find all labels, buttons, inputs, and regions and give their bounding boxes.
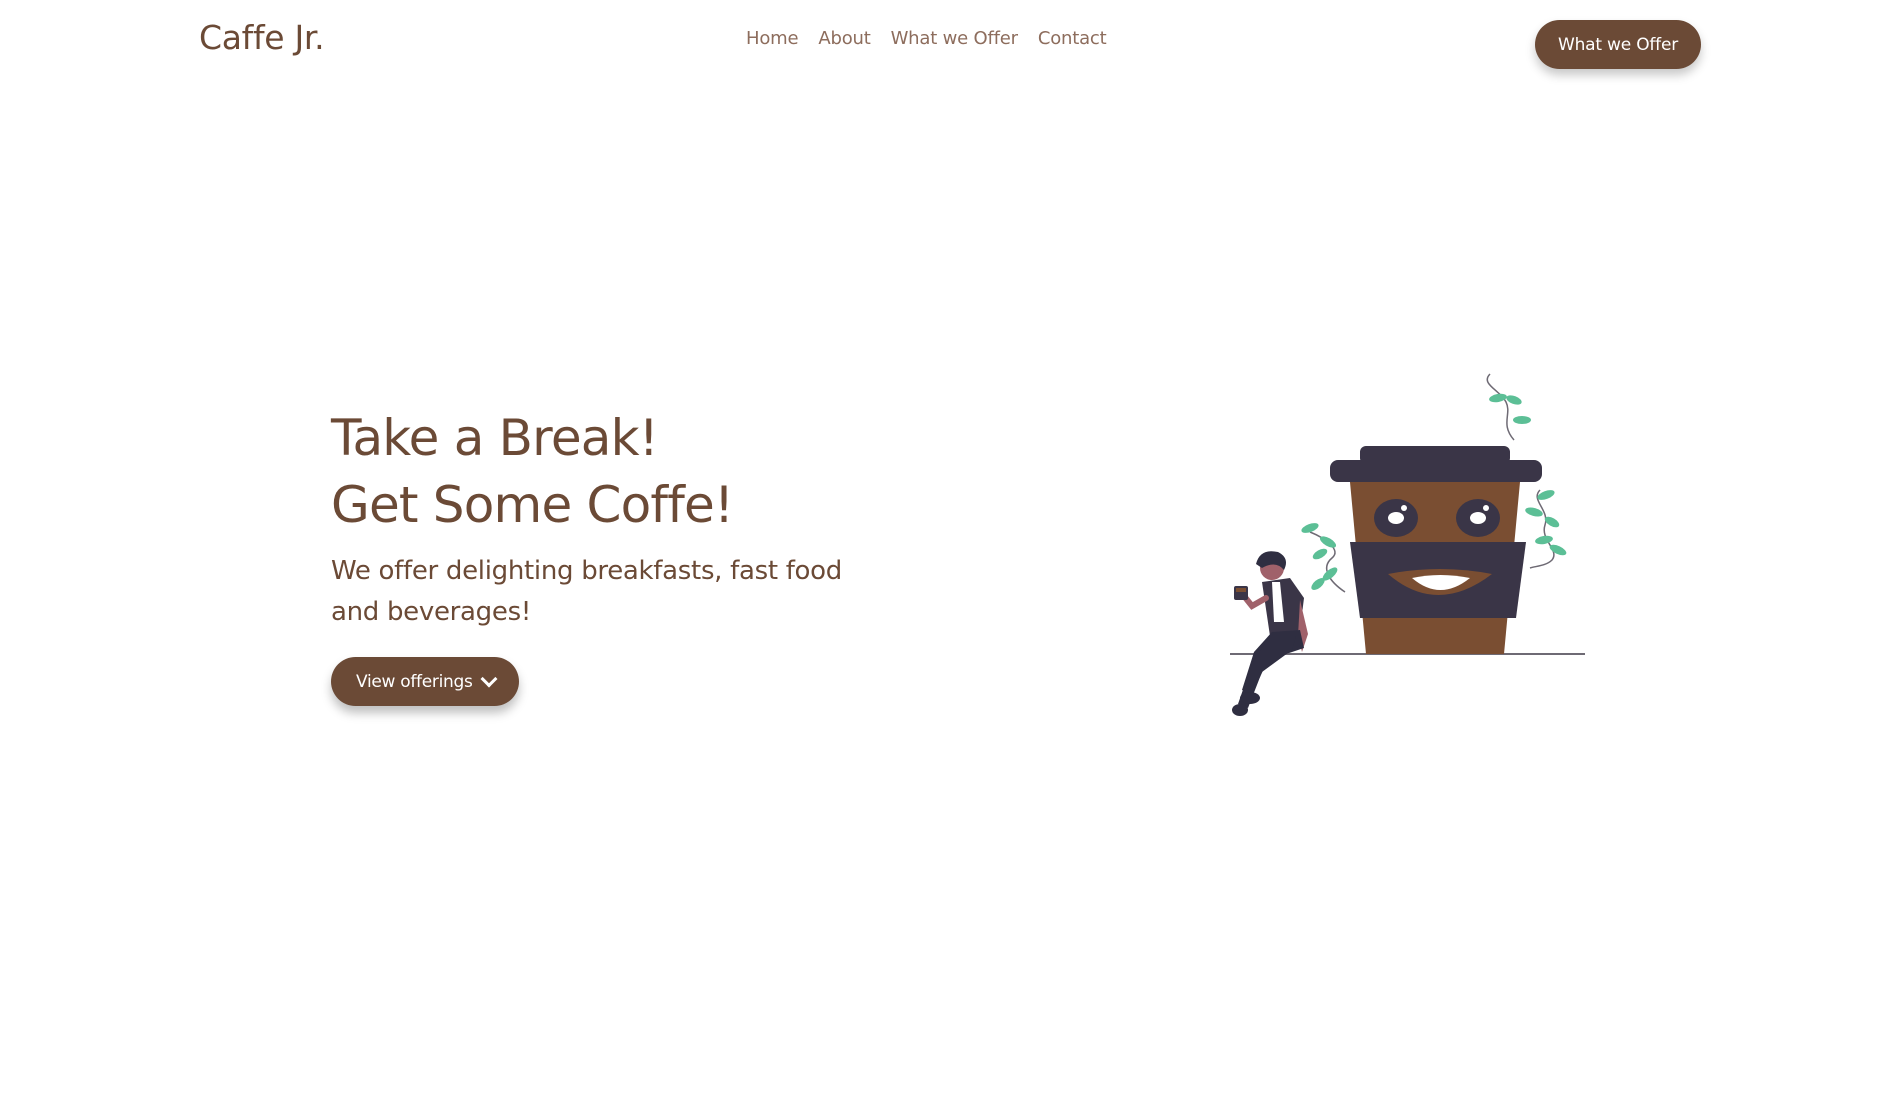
hero-subtitle: We offer delighting breakfasts, fast foo… xyxy=(331,551,891,633)
leaf-icon xyxy=(1525,507,1543,517)
leaf-icon xyxy=(1535,535,1553,545)
chevron-down-icon xyxy=(480,670,498,687)
person-figure xyxy=(1232,551,1308,716)
hero-subtitle-line-1: We offer delighting breakfasts, fast foo… xyxy=(331,556,842,586)
leaf-icon xyxy=(1312,548,1328,560)
leaf-icon xyxy=(1513,416,1531,424)
nav-item-about: About xyxy=(818,28,870,49)
page: Caffe Jr. Home About What we Offer Conta… xyxy=(0,0,1891,1095)
cup-eye-left-spark xyxy=(1401,505,1407,511)
cup-eye-right-spark xyxy=(1483,505,1489,511)
nav-link-about[interactable]: About xyxy=(818,28,870,49)
nav-link-contact[interactable]: Contact xyxy=(1038,28,1107,49)
nav-item-contact: Contact xyxy=(1038,28,1107,49)
person-shoe-front xyxy=(1232,704,1248,716)
vine-right xyxy=(1529,489,1555,569)
view-offerings-button[interactable]: View offerings xyxy=(331,657,519,706)
vine-top-right xyxy=(1486,373,1515,441)
coffee-cup-lid xyxy=(1236,588,1246,592)
nav-link-home[interactable]: Home xyxy=(746,28,799,49)
nav-item-home: Home xyxy=(746,28,799,49)
leaf-icon xyxy=(1549,544,1567,556)
cup-eye-right-glint xyxy=(1470,512,1486,524)
leaf-icon xyxy=(1319,536,1337,548)
hero-subtitle-line-2: and beverages! xyxy=(331,597,531,627)
view-offerings-label: View offerings xyxy=(356,671,473,692)
cup-eye-left-glint xyxy=(1388,512,1404,524)
person-shoe-back xyxy=(1240,692,1260,704)
hero-title-line-2: Get Some Coffe! xyxy=(331,476,734,534)
hero-section: Take a Break! Get Some Coffe! We offer d… xyxy=(331,405,891,706)
hero-title-line-1: Take a Break! xyxy=(331,409,659,467)
leaf-icon xyxy=(1489,393,1507,403)
nav-link-what-we-offer[interactable]: What we Offer xyxy=(891,28,1018,49)
leaf-icon xyxy=(1506,395,1522,405)
what-we-offer-button[interactable]: What we Offer xyxy=(1535,20,1701,69)
nav-links: Home About What we Offer Contact xyxy=(746,28,1107,49)
cup-lid xyxy=(1330,460,1542,482)
navbar: Caffe Jr. Home About What we Offer Conta… xyxy=(0,0,1891,90)
nav-item-what-we-offer: What we Offer xyxy=(891,28,1018,49)
hero-title: Take a Break! Get Some Coffe! xyxy=(331,405,891,539)
brand-logo[interactable]: Caffe Jr. xyxy=(199,18,325,57)
person-shirt xyxy=(1262,578,1304,636)
coffee-cup-illustration xyxy=(1230,373,1585,716)
